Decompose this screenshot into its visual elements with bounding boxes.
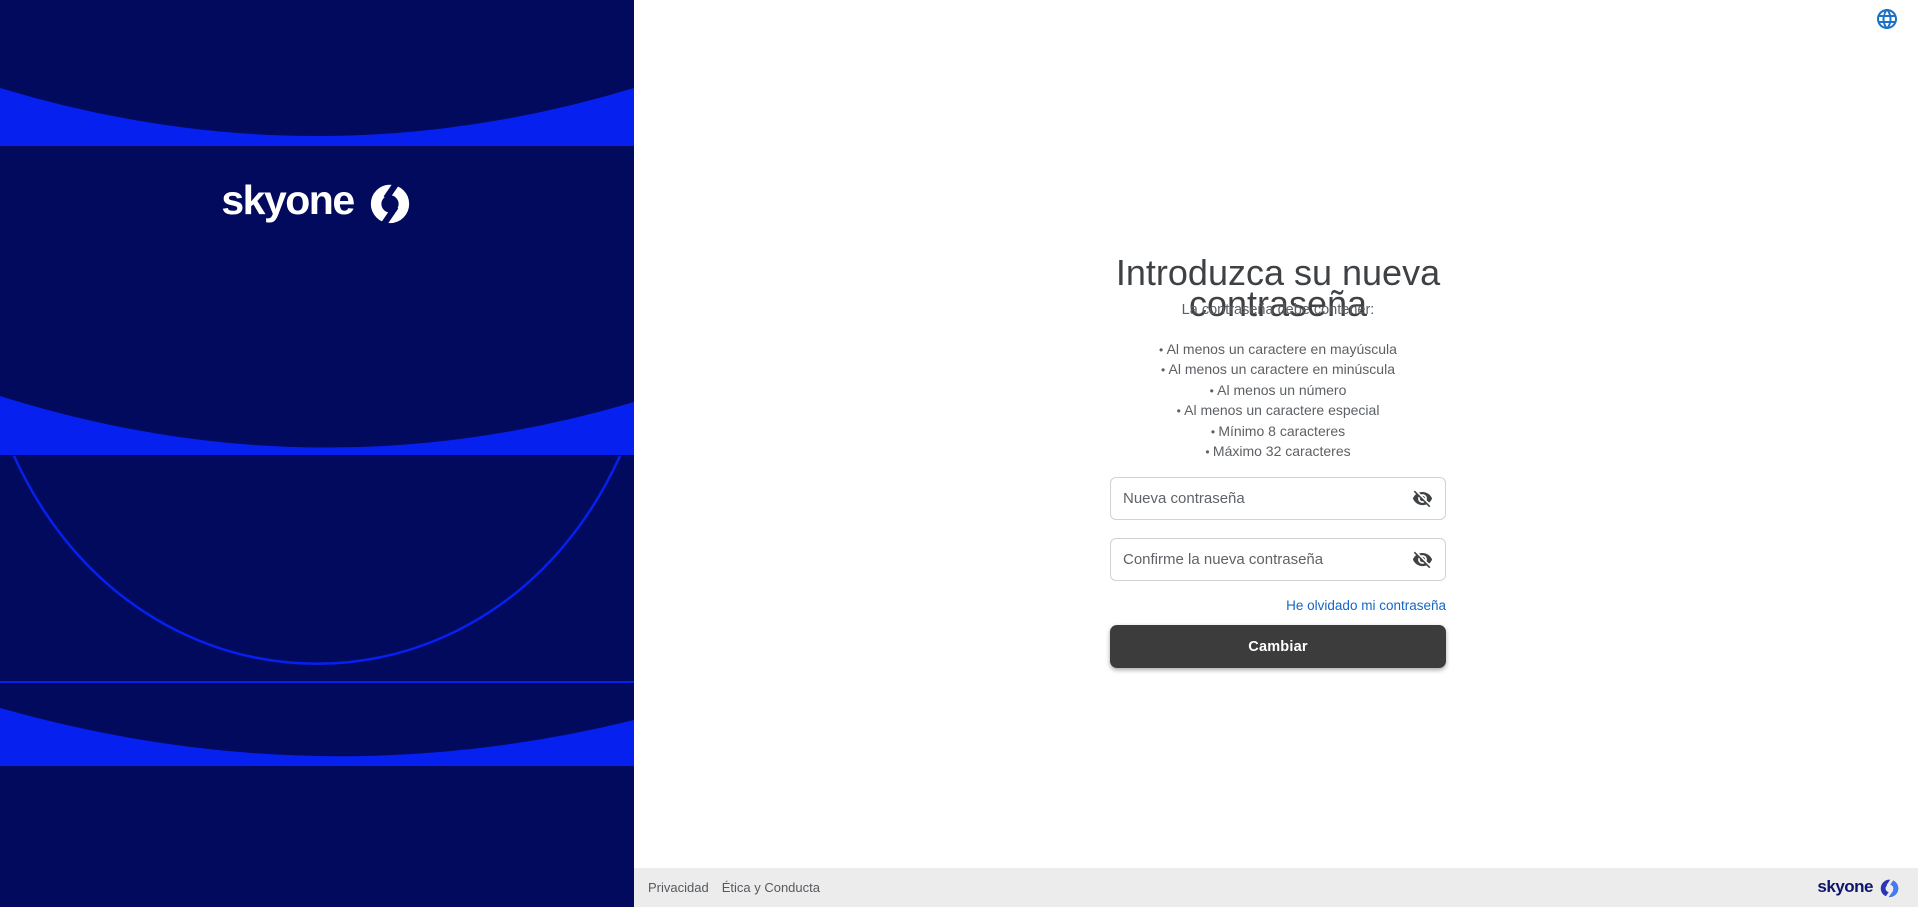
requirement-item: Al menos un caractere especial (1068, 401, 1488, 421)
visibility-toggle-button[interactable] (1410, 548, 1434, 572)
requirement-item: Al menos un número (1068, 381, 1488, 401)
requirement-item: Al menos un caractere en mayúscula (1068, 340, 1488, 360)
new-password-field (1110, 477, 1446, 520)
confirm-password-input[interactable] (1111, 539, 1445, 580)
footer-links: Privacidad Ética y Conducta (648, 880, 820, 895)
skyone-logo: skyone (0, 172, 634, 232)
password-reset-page: skyone Introduzca su nueva contraseña La… (0, 0, 1918, 907)
visibility-off-icon (1412, 549, 1433, 570)
skyone-swoosh-icon (1879, 877, 1900, 898)
password-rules-subtitle: La contraseña debe contener: (1068, 302, 1488, 318)
requirement-item: Máximo 32 caracteres (1068, 442, 1488, 462)
panel-waves-graphic (0, 0, 634, 907)
brand-panel: skyone (0, 0, 634, 907)
skyone-wordmark: skyone (221, 180, 353, 221)
privacy-link[interactable]: Privacidad (648, 880, 709, 895)
forgot-password-link[interactable]: He olvidado mi contraseña (1286, 598, 1446, 613)
visibility-off-icon (1412, 488, 1433, 509)
footer-skyone-logo: skyone (1817, 877, 1900, 898)
ethics-conduct-link[interactable]: Ética y Conducta (722, 880, 820, 895)
visibility-toggle-button[interactable] (1410, 487, 1434, 511)
change-password-button[interactable]: Cambiar (1110, 625, 1446, 668)
footer-skyone-wordmark: skyone (1817, 877, 1873, 897)
globe-icon (1875, 7, 1899, 31)
requirement-item: Mínimo 8 caracteres (1068, 422, 1488, 442)
new-password-input[interactable] (1111, 478, 1445, 519)
confirm-password-field (1110, 538, 1446, 581)
skyone-swoosh-icon (367, 179, 413, 225)
footer: Privacidad Ética y Conducta skyone (634, 868, 1918, 907)
forgot-password-row: He olvidado mi contraseña (1110, 597, 1446, 615)
password-requirements-list: Al menos un caractere en mayúscula Al me… (1068, 340, 1488, 462)
requirement-item: Al menos un caractere en minúscula (1068, 360, 1488, 380)
language-button[interactable] (1874, 7, 1900, 33)
